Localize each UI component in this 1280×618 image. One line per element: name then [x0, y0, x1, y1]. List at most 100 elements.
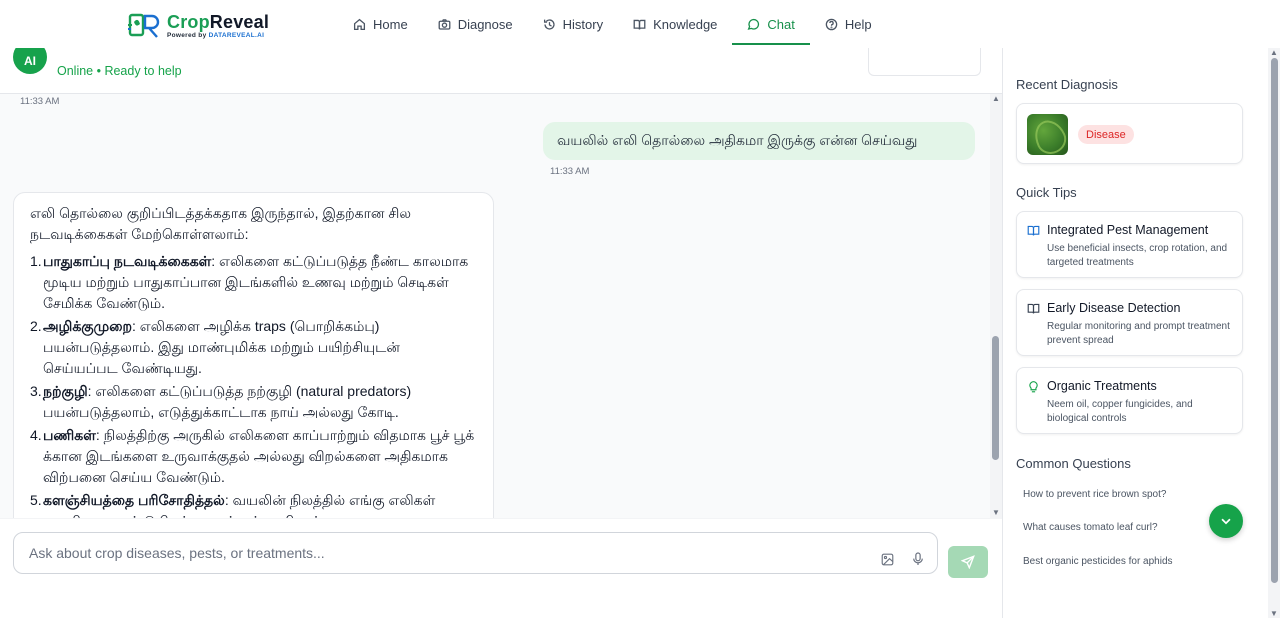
- logo-name-crop: Crop: [167, 11, 210, 32]
- list-item-title: நற்குழி: [43, 383, 88, 399]
- list-item: 4. பணிகள்: நிலத்திற்கு அருகில் எலிகளை காப…: [30, 425, 477, 488]
- tip-description: Use beneficial insects, crop rotation, a…: [1047, 243, 1228, 268]
- list-item: 1. பாதுகாப்பு நடவடிக்கைகள்: எலிகளை கட்டுப…: [30, 251, 477, 314]
- list-item-text: : நிலத்திற்கு அருகில் எலிகளை காப்பாற்றும…: [43, 427, 475, 485]
- logo-name-reveal: Reveal: [209, 11, 270, 32]
- chevron-down-icon: [1221, 518, 1231, 525]
- page-scrollbar[interactable]: ▲ ▼: [1268, 48, 1280, 618]
- header-action-button[interactable]: [868, 48, 981, 76]
- logo-name: CropReveal: [167, 13, 269, 31]
- tip-description: Regular monitoring and prompt treatment …: [1047, 321, 1230, 346]
- nav-history[interactable]: History: [528, 0, 618, 48]
- list-item-title: அழிக்குமுறை: [43, 318, 132, 334]
- bot-status: Online • Ready to help: [57, 64, 182, 78]
- chat-input[interactable]: [13, 532, 938, 574]
- logo-mark-icon: [128, 13, 160, 38]
- nav-help-label: Help: [844, 16, 872, 32]
- nav-diagnose[interactable]: Diagnose: [423, 0, 528, 48]
- question-link[interactable]: What causes tomato leaf curl?: [1023, 522, 1158, 533]
- question-link[interactable]: How to prevent rice brown spot?: [1023, 489, 1166, 500]
- page-scroll-down-icon[interactable]: ▼: [1269, 609, 1279, 618]
- tip-description: Neem oil, copper fungicides, and biologi…: [1047, 399, 1193, 424]
- book-open-icon: [633, 19, 646, 30]
- list-item-body: நற்குழி: எலிகளை கட்டுப்படுத்த நற்குழி (n…: [43, 381, 477, 423]
- bot-message: எலி தொல்லை குறிப்பிடத்தக்கதாக இருந்தால்,…: [13, 192, 494, 518]
- nav-chat[interactable]: Chat: [732, 0, 811, 48]
- page-scrollbar-thumb[interactable]: [1271, 58, 1278, 583]
- chat-scrollbar-thumb[interactable]: [992, 336, 999, 460]
- nav-diagnose-label: Diagnose: [457, 16, 513, 32]
- chat-header: AI Online • Ready to help: [0, 40, 1002, 94]
- nav-home-label: Home: [373, 16, 408, 32]
- top-navbar: CropReveal Powered by DATAREVEAL.AI Home…: [0, 0, 1280, 48]
- tip-card[interactable]: Integrated Pest Management Use beneficia…: [1016, 211, 1243, 278]
- list-item-number: 1.: [30, 253, 42, 269]
- bot-message-intro: எலி தொல்லை குறிப்பிடத்தக்கதாக இருந்தால்,…: [30, 205, 411, 242]
- logo[interactable]: CropReveal Powered by DATAREVEAL.AI: [128, 12, 269, 40]
- camera-icon: [438, 18, 451, 30]
- scroll-up-arrow-icon[interactable]: ▲: [991, 94, 1001, 104]
- tip-title: Organic Treatments: [1047, 379, 1157, 393]
- main-nav: Home Diagnose History Knowledge Chat Hel…: [338, 0, 887, 48]
- logo-text: CropReveal Powered by DATAREVEAL.AI: [167, 13, 269, 40]
- list-item-number: 3.: [30, 383, 42, 399]
- list-item: 3. நற்குழி: எலிகளை கட்டுப்படுத்த நற்குழி …: [30, 381, 477, 423]
- image-upload-icon[interactable]: [881, 553, 894, 566]
- list-item-title: களஞ்சியத்தை பரிசோதித்தல்: [43, 492, 225, 508]
- help-circle-icon: [825, 18, 838, 30]
- tip-title: Integrated Pest Management: [1047, 223, 1209, 237]
- quick-tips-title: Quick Tips: [1016, 185, 1077, 200]
- scroll-down-arrow-icon[interactable]: ▼: [991, 508, 1001, 518]
- app-root: CropReveal Powered by DATAREVEAL.AI Home…: [0, 0, 1280, 618]
- common-questions-title: Common Questions: [1016, 456, 1131, 471]
- nav-chat-label: Chat: [767, 16, 795, 32]
- chat-scrollbar[interactable]: ▲ ▼: [990, 94, 1002, 518]
- nav-knowledge[interactable]: Knowledge: [618, 0, 732, 48]
- history-icon: [543, 18, 555, 30]
- list-item-body: பாதுகாப்பு நடவடிக்கைகள்: எலிகளை கட்டுப்ப…: [43, 251, 477, 314]
- nav-history-label: History: [562, 16, 604, 32]
- chat-input-row: [0, 518, 1002, 590]
- list-item: 2. அழிக்குமுறை: எலிகளை அழிக்க traps (பொறி…: [30, 316, 477, 379]
- tip-card[interactable]: Organic Treatments Neem oil, copper fung…: [1016, 367, 1243, 434]
- list-item-body: களஞ்சியத்தை பரிசோதித்தல்: வயலின் நிலத்தி…: [43, 490, 477, 518]
- list-item-title: பணிகள்: [43, 427, 96, 443]
- lightbulb-icon: [1029, 381, 1038, 393]
- bot-message-list: 1. பாதுகாப்பு நடவடிக்கைகள்: எலிகளை கட்டுப…: [30, 251, 477, 518]
- diagnosis-thumbnail: [1027, 114, 1068, 155]
- nav-knowledge-label: Knowledge: [653, 16, 718, 32]
- scroll-down-button[interactable]: [1209, 504, 1243, 538]
- recent-diagnosis-card[interactable]: Disease: [1016, 103, 1243, 164]
- nav-home[interactable]: Home: [338, 0, 423, 48]
- right-sidebar: Recent Diagnosis Disease Quick Tips Inte…: [1002, 48, 1268, 618]
- logo-tagline-prefix: Powered by: [167, 31, 209, 39]
- list-item-title: பாதுகாப்பு நடவடிக்கைகள்: [43, 253, 212, 269]
- nav-help[interactable]: Help: [810, 0, 887, 48]
- list-item-number: 4.: [30, 427, 42, 443]
- book-icon: [1027, 303, 1040, 314]
- chat-messages[interactable]: 11:33 AM வயலில் எலி தொல்லை அதிகமா இருக்க…: [0, 94, 990, 518]
- user-message-timestamp: 11:33 AM: [550, 166, 590, 177]
- question-link[interactable]: Best organic pesticides for aphids: [1023, 556, 1173, 567]
- tip-card[interactable]: Early Disease Detection Regular monitori…: [1016, 289, 1243, 356]
- user-message: வயலில் எலி தொல்லை அதிகமா இருக்கு என்ன செ…: [543, 122, 975, 160]
- microphone-icon[interactable]: [912, 552, 924, 566]
- list-item-body: அழிக்குமுறை: எலிகளை அழிக்க traps (பொறிக்…: [43, 316, 477, 379]
- status-badge: Disease: [1078, 125, 1134, 144]
- tip-title: Early Disease Detection: [1047, 301, 1181, 315]
- logo-tagline: Powered by DATAREVEAL.AI: [167, 31, 269, 40]
- logo-tagline-brand: DATAREVEAL.AI: [208, 31, 265, 39]
- chat-bubble-icon: [747, 18, 760, 30]
- home-icon: [353, 18, 366, 30]
- list-item-number: 2.: [30, 318, 42, 334]
- page-scroll-up-icon[interactable]: ▲: [1269, 48, 1279, 57]
- list-item-text: : எலிகளை கட்டுப்படுத்த நற்குழி (natural …: [43, 383, 412, 420]
- message-timestamp: 11:33 AM: [20, 96, 60, 107]
- list-item: 5. களஞ்சியத்தை பரிசோதித்தல்: வயலின் நிலத்…: [30, 490, 477, 518]
- list-item-body: பணிகள்: நிலத்திற்கு அருகில் எலிகளை காப்ப…: [43, 425, 477, 488]
- send-icon: [961, 555, 975, 569]
- send-button[interactable]: [948, 546, 988, 578]
- book-icon: [1027, 225, 1040, 236]
- list-item-number: 5.: [30, 492, 42, 508]
- recent-diagnosis-title: Recent Diagnosis: [1016, 77, 1118, 92]
